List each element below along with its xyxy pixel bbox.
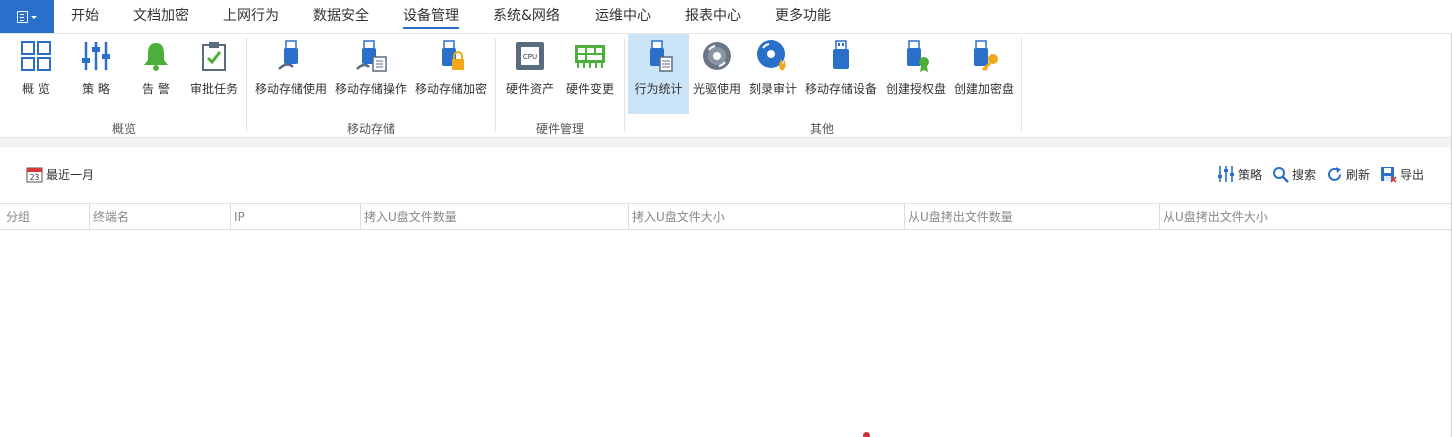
usb-device-icon — [829, 38, 853, 74]
menu-tab-ops-center[interactable]: 运维中心 — [595, 0, 651, 33]
usb-key-icon — [967, 38, 1001, 74]
optical-drive-button-label: 光驱使用 — [692, 82, 741, 96]
group-label-overview: 概览 — [111, 122, 137, 136]
burn-disc-icon — [756, 38, 790, 74]
toolbar: 23 最近一月 策略 搜索 刷新 导出 — [0, 157, 1452, 191]
toolbar-search-label: 搜索 — [1292, 167, 1317, 182]
usb-usage-button-label: 移动存储使用 — [254, 82, 327, 96]
date-range-button[interactable]: 23 最近一月 — [26, 165, 94, 183]
menu-tab-doc-encrypt[interactable]: 文档加密 — [133, 0, 189, 33]
group-label-removable-storage: 移动存储 — [346, 122, 396, 136]
ribbon-divider-band — [0, 137, 1452, 147]
overview-button-label: 概 览 — [22, 82, 50, 96]
alarm-bell-icon — [140, 38, 172, 74]
usb-usage-icon — [275, 38, 307, 74]
behavior-stats-button[interactable]: 行为统计 — [628, 34, 689, 114]
policy-button-label: 策 略 — [82, 82, 110, 96]
toolbar-search-button[interactable]: 搜索 — [1272, 165, 1316, 183]
menu-tab-report-center[interactable]: 报表中心 — [685, 0, 741, 33]
menu-tab-more[interactable]: 更多功能 — [775, 0, 831, 33]
usb-encrypt-icon — [435, 38, 467, 74]
hardware-board-icon — [574, 38, 606, 74]
calendar-day: 23 — [30, 173, 40, 182]
group-label-hardware: 硬件管理 — [535, 122, 585, 136]
column-header-copy-in-count[interactable]: 拷入U盘文件数量 — [360, 204, 628, 230]
column-header-copy-in-size[interactable]: 拷入U盘文件大小 — [628, 204, 904, 230]
burn-audit-button[interactable]: 刻录审计 — [746, 34, 800, 114]
create-encrypted-disk-button-label: 创建加密盘 — [953, 82, 1014, 96]
toolbar-refresh-label: 刷新 — [1346, 167, 1371, 182]
hardware-asset-button[interactable]: CPU 硬件资产 — [503, 34, 557, 114]
toolbar-export-label: 导出 — [1400, 167, 1425, 182]
table-header: 分组 终端名 IP 拷入U盘文件数量 拷入U盘文件大小 从U盘拷出文件数量 从U… — [0, 203, 1452, 230]
toolbar-refresh-button[interactable]: 刷新 — [1326, 165, 1370, 183]
app-menu-icon — [17, 10, 28, 23]
optical-disc-icon — [701, 38, 733, 74]
usb-operation-button[interactable]: 移动存储操作 — [334, 34, 408, 114]
policy-sliders-icon — [1217, 165, 1235, 183]
usb-stats-icon — [643, 38, 675, 74]
toolbar-policy-button[interactable]: 策略 — [1217, 165, 1262, 183]
create-auth-disk-button[interactable]: 创建授权盘 — [884, 34, 948, 114]
table-body — [0, 230, 1452, 437]
alarm-button-label: 告 警 — [142, 82, 170, 96]
usb-operation-button-label: 移动存储操作 — [334, 82, 407, 96]
menu-tab-data-security[interactable]: 数据安全 — [313, 0, 369, 33]
group-separator — [624, 38, 625, 132]
hardware-asset-button-label: 硬件资产 — [505, 82, 554, 96]
svg-text:CPU: CPU — [523, 53, 537, 61]
hardware-change-button[interactable]: 硬件变更 — [563, 34, 617, 114]
policy-sliders-icon — [80, 38, 112, 74]
usb-operation-icon — [354, 38, 388, 74]
create-auth-disk-button-label: 创建授权盘 — [885, 82, 946, 96]
usb-device-button-label: 移动存储设备 — [804, 82, 877, 96]
menu-bar: 开始 文档加密 上网行为 数据安全 设备管理 系统&网络 运维中心 报表中心 更… — [0, 0, 1452, 33]
overview-grid-icon — [20, 38, 52, 74]
chevron-down-icon — [31, 16, 37, 19]
cpu-icon: CPU — [514, 38, 546, 74]
ribbon: 概 览 策 略 告 警 审批任务 概览 移动存储使用 移动存储操作 移动存储加密… — [0, 33, 1452, 137]
group-separator — [495, 38, 496, 132]
toolbar-policy-label: 策略 — [1238, 167, 1263, 182]
usb-usage-button[interactable]: 移动存储使用 — [254, 34, 328, 114]
hardware-change-button-label: 硬件变更 — [565, 82, 614, 96]
menu-tab-web-behavior[interactable]: 上网行为 — [223, 0, 279, 33]
menu-tab-start[interactable]: 开始 — [71, 0, 99, 33]
column-header-copy-out-size[interactable]: 从U盘拷出文件大小 — [1159, 204, 1449, 230]
calendar-icon: 23 — [26, 166, 43, 183]
approval-task-icon — [198, 38, 230, 74]
group-separator — [1021, 38, 1022, 132]
policy-button[interactable]: 策 略 — [72, 34, 120, 114]
approval-task-button[interactable]: 审批任务 — [188, 34, 240, 114]
column-header-ip[interactable]: IP — [230, 204, 360, 230]
column-header-copy-out-count[interactable]: 从U盘拷出文件数量 — [904, 204, 1159, 230]
column-header-group[interactable]: 分组 — [3, 204, 90, 230]
column-header-terminal-name[interactable]: 终端名 — [89, 204, 230, 230]
behavior-stats-button-label: 行为统计 — [634, 82, 683, 96]
approval-task-button-label: 审批任务 — [189, 82, 238, 96]
menu-tab-system-network[interactable]: 系统&网络 — [493, 0, 560, 33]
app-menu-button[interactable] — [0, 0, 54, 33]
usb-device-button[interactable]: 移动存储设备 — [804, 34, 878, 114]
optical-drive-button[interactable]: 光驱使用 — [692, 34, 742, 114]
export-icon — [1380, 166, 1397, 183]
refresh-icon — [1326, 166, 1343, 183]
menu-tab-device-management[interactable]: 设备管理 — [403, 0, 459, 33]
cursor-marker — [863, 432, 870, 437]
group-label-other: 其他 — [809, 122, 835, 136]
create-encrypted-disk-button[interactable]: 创建加密盘 — [952, 34, 1016, 114]
group-separator — [246, 38, 247, 132]
overview-button[interactable]: 概 览 — [12, 34, 60, 114]
toolbar-export-button[interactable]: 导出 — [1380, 165, 1424, 183]
usb-authorize-icon — [900, 38, 932, 74]
burn-audit-button-label: 刻录审计 — [748, 82, 797, 96]
usb-encrypt-button-label: 移动存储加密 — [414, 82, 487, 96]
search-icon — [1272, 166, 1289, 183]
alarm-button[interactable]: 告 警 — [132, 34, 180, 114]
date-range-label: 最近一月 — [46, 167, 95, 182]
usb-encrypt-button[interactable]: 移动存储加密 — [414, 34, 488, 114]
